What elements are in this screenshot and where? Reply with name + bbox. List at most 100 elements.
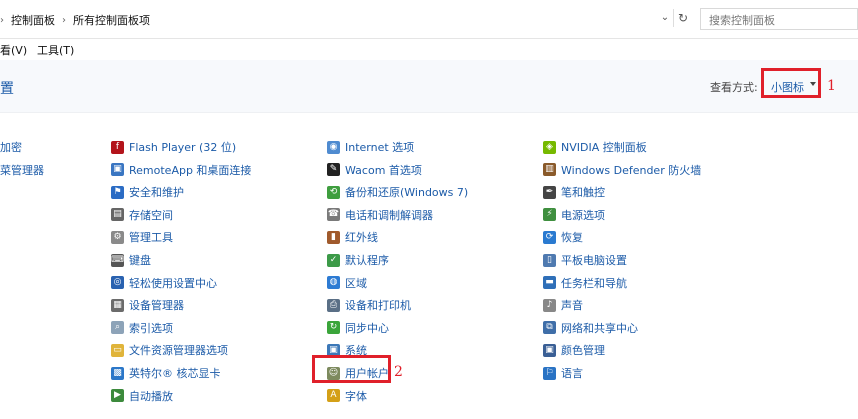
control-panel-item[interactable]: 菜管理器 (0, 160, 44, 180)
control-panel-item-label: 自动播放 (129, 389, 173, 403)
control-panel-item-label: 字体 (345, 389, 367, 403)
control-panel-item[interactable]: ◎ 轻松使用设置中心 (111, 273, 217, 293)
control-panel-item-label: 声音 (561, 299, 583, 313)
control-panel-item-label: 文件资源管理器选项 (129, 344, 228, 358)
control-panel-item-label: 电源选项 (561, 208, 605, 222)
control-panel-item-label: Flash Player (32 位) (129, 141, 237, 154)
address-dropdown-icon[interactable]: ⌄ (658, 11, 672, 25)
control-panel-item[interactable]: ▮ 红外线 (327, 227, 378, 247)
control-panel-item[interactable]: ▯ 平板电脑设置 (543, 250, 627, 270)
control-panel-item[interactable]: ✒ 笔和触控 (543, 182, 605, 202)
remoteapp-icon: ▣ (111, 163, 124, 177)
control-panel-item[interactable]: A 字体 (327, 386, 367, 406)
search-input[interactable]: 搜索控制面板 (700, 8, 858, 30)
control-panel-item[interactable]: ⌨ 键盘 (111, 250, 151, 270)
control-panel-item[interactable]: ✓ 默认程序 (327, 250, 389, 270)
device-manager-icon: ▦ (111, 298, 124, 312)
default-programs-icon: ✓ (327, 253, 340, 267)
control-panel-item[interactable]: ▣ RemoteApp 和桌面连接 (111, 160, 251, 180)
menu-tools[interactable]: 工具(T) (37, 42, 74, 58)
control-panel-item[interactable]: ⌕ 索引选项 (111, 318, 173, 338)
control-panel-item[interactable]: ⚙ 管理工具 (111, 227, 173, 247)
control-panel-item-label: 设备管理器 (129, 299, 184, 313)
control-panel-item-label: RemoteApp 和桌面连接 (129, 163, 252, 177)
control-panel-item-label: Wacom 首选项 (345, 163, 422, 177)
flag-icon: ⚑ (111, 185, 124, 199)
dropdown-caret-icon[interactable] (810, 82, 816, 86)
control-panel-item[interactable]: ▤ 存储空间 (111, 205, 173, 225)
control-panel-item-label: 默认程序 (345, 254, 389, 267)
control-panel-item[interactable]: 加密 (0, 137, 22, 157)
control-panel-item-label: 英特尔® 核芯显卡 (129, 367, 221, 380)
annotation-1: 1 (827, 78, 836, 94)
control-panel-item[interactable]: ⚑ 安全和维护 (111, 182, 184, 202)
control-panel-item[interactable]: ◉ Internet 选项 (327, 137, 414, 157)
keyboard-icon: ⌨ (111, 253, 124, 267)
control-panel-item-label: 恢复 (561, 231, 583, 245)
control-panel-item[interactable]: ▭ 文件资源管理器选项 (111, 340, 228, 360)
breadcrumb-control-panel[interactable]: 控制面板 (11, 12, 55, 28)
control-panel-item[interactable]: ⚡ 电源选项 (543, 205, 605, 225)
control-panel-item-label: 管理工具 (129, 231, 173, 245)
control-panel-item-label: 同步中心 (345, 321, 389, 335)
control-panel-item-label: 索引选项 (129, 321, 173, 335)
control-panel-item[interactable]: ♪ 声音 (543, 295, 583, 315)
control-panel-item-label: 网络和共享中心 (561, 321, 638, 335)
backup-restore-icon: ⟲ (327, 185, 340, 199)
refresh-icon[interactable]: ↻ (673, 9, 692, 27)
control-panel-item[interactable]: ⟲ 备份和还原(Windows 7) (327, 182, 468, 202)
control-panel-item[interactable]: ⟳ 恢复 (543, 227, 583, 247)
menu-bar: 看(V) 工具(T) (0, 38, 858, 61)
control-panel-item-label: 轻松使用设置中心 (129, 276, 217, 290)
printer-icon: ⎙ (327, 298, 340, 312)
ease-of-access-icon: ◎ (111, 276, 124, 290)
flash-icon: f (111, 140, 124, 154)
control-panel-item-label: Internet 选项 (345, 141, 415, 154)
view-by-dropdown[interactable]: 小图标 (771, 79, 804, 95)
control-panel-item[interactable]: ▣ 颜色管理 (543, 340, 605, 360)
annotation-2: 2 (394, 364, 403, 380)
control-panel-item-label: 键盘 (129, 254, 151, 267)
control-panel-item[interactable]: ☎ 电话和调制解调器 (327, 205, 433, 225)
color-management-icon: ▣ (543, 343, 556, 357)
firewall-icon: ▥ (543, 163, 556, 177)
control-panel-item[interactable]: ⚐ 语言 (543, 363, 583, 383)
control-panel-item[interactable]: ↻ 同步中心 (327, 318, 389, 338)
control-panel-item-label: 红外线 (345, 231, 378, 245)
control-panel-item-label: 加密 (0, 141, 22, 154)
network-icon: ⧉ (543, 321, 556, 335)
control-panel-item[interactable]: ▩ 英特尔® 核芯显卡 (111, 363, 221, 383)
pen-touch-icon: ✒ (543, 185, 556, 199)
page-title: 置 (0, 81, 14, 97)
admin-tools-icon: ⚙ (111, 230, 124, 244)
language-icon: ⚐ (543, 366, 556, 380)
infrared-icon: ▮ (327, 230, 340, 244)
breadcrumb: › 控制面板 › 所有控制面板项 (0, 12, 150, 28)
menu-view[interactable]: 看(V) (0, 42, 27, 58)
control-panel-item[interactable]: ⎙ 设备和打印机 (327, 295, 411, 315)
user-accounts-highlight-box (312, 355, 391, 383)
control-panel-item[interactable]: ▥ Windows Defender 防火墙 (543, 160, 701, 180)
control-panel-item-label: 菜管理器 (0, 163, 44, 177)
control-panel-item[interactable]: ▬ 任务栏和导航 (543, 273, 627, 293)
autoplay-icon: ▶ (111, 389, 124, 403)
sync-center-icon: ↻ (327, 321, 340, 335)
breadcrumb-all-items[interactable]: 所有控制面板项 (73, 12, 150, 28)
control-panel-item[interactable]: ◈ NVIDIA 控制面板 (543, 137, 647, 157)
control-panel-item-label: 语言 (561, 367, 583, 380)
control-panel-item[interactable]: ▦ 设备管理器 (111, 295, 184, 315)
control-panel-item-label: 区域 (345, 276, 367, 290)
control-panel-item[interactable]: f Flash Player (32 位) (111, 137, 236, 157)
intel-graphics-icon: ▩ (111, 366, 124, 380)
control-panel-item[interactable]: ⧉ 网络和共享中心 (543, 318, 638, 338)
tablet-settings-icon: ▯ (543, 253, 556, 267)
sound-icon: ♪ (543, 298, 556, 312)
control-panel-item-label: 设备和打印机 (345, 299, 411, 313)
control-panel-item-label: 备份和还原(Windows 7) (345, 186, 469, 200)
folder-options-icon: ▭ (111, 343, 124, 357)
control-panel-item[interactable]: ✎ Wacom 首选项 (327, 160, 422, 180)
control-panel-item[interactable]: ▶ 自动播放 (111, 386, 173, 406)
address-bar: › 控制面板 › 所有控制面板项 ⌄ ↻ 搜索控制面板 (0, 0, 858, 39)
control-panel-item-label: 笔和触控 (561, 186, 605, 200)
control-panel-item[interactable]: ◍ 区域 (327, 273, 367, 293)
